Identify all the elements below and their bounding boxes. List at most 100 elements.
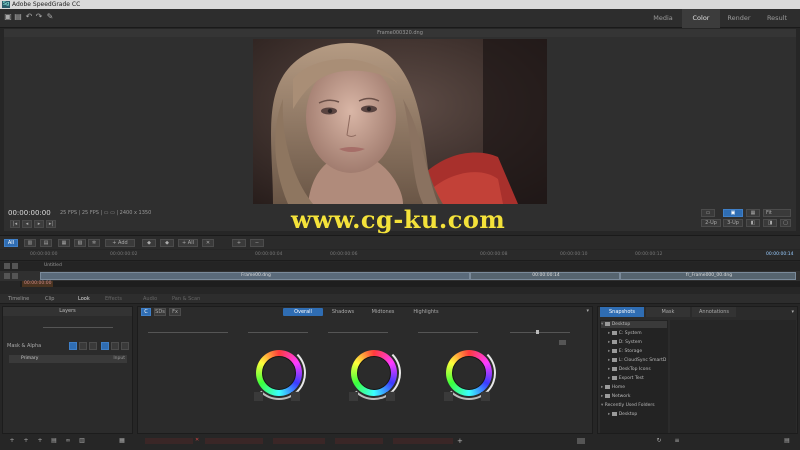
tree-item[interactable]: ▸ D: System	[608, 339, 642, 346]
add-layer-icon[interactable]: +	[8, 437, 16, 445]
tab-timeline[interactable]: Timeline	[8, 294, 29, 304]
tree-item[interactable]: ▾ Recently Used Folders	[601, 402, 655, 409]
open-folder-icon[interactable]: ▣	[4, 13, 12, 21]
tab-audio[interactable]: Audio	[143, 294, 157, 304]
compare-icon[interactable]: ▭	[701, 209, 715, 217]
preset-slot[interactable]	[273, 438, 325, 444]
tree-item[interactable]: ▸ Desktop	[608, 411, 637, 418]
trash-icon[interactable]: ▦	[118, 437, 126, 445]
clip-second[interactable]: 00:00:00:14	[470, 272, 620, 280]
track-solo-icon[interactable]	[12, 273, 18, 279]
gear-icon[interactable]: ✲	[88, 239, 100, 247]
zoom-in-icon[interactable]: +	[232, 239, 246, 247]
delete-marker-icon[interactable]: ✕	[202, 239, 214, 247]
preset-slot[interactable]	[145, 438, 193, 444]
alpha-c-icon[interactable]	[121, 342, 129, 350]
tab-overall[interactable]: Overall	[283, 308, 323, 316]
3-up-button[interactable]: 3-Up	[723, 219, 743, 227]
slider-e-handle[interactable]	[536, 330, 539, 334]
preset-slot[interactable]	[393, 438, 453, 444]
tree-item[interactable]: ▸ Export Test	[608, 375, 644, 382]
panel-menu-icon[interactable]: ▾	[586, 308, 589, 314]
slider-e[interactable]	[510, 332, 570, 333]
fx-icon[interactable]: Fx	[169, 308, 181, 316]
slider-b[interactable]	[248, 332, 308, 333]
tab-annotations[interactable]: Annotations	[692, 307, 736, 317]
tree-item[interactable]: ▸ L: CloudSync SmartD	[608, 357, 666, 364]
tab-color[interactable]: Color	[682, 9, 720, 28]
play-button[interactable]: ▸	[34, 220, 44, 228]
tab-look[interactable]: Look	[78, 294, 90, 304]
filter-icon[interactable]: ▥	[24, 239, 36, 247]
track-mute-icon[interactable]	[4, 273, 10, 279]
refresh-icon[interactable]: ↻	[655, 437, 663, 445]
wheel-center[interactable]	[262, 356, 296, 390]
tree-item[interactable]: ▸ Home	[601, 384, 625, 391]
grade-icon[interactable]: ▦	[58, 239, 70, 247]
wheel-reset-right[interactable]	[481, 392, 490, 401]
color-wheel-highlights[interactable]	[442, 346, 496, 400]
add-grade-icon[interactable]: +	[36, 437, 44, 445]
layer-icon[interactable]: ▧	[74, 239, 86, 247]
wheel-center[interactable]	[357, 356, 391, 390]
mask-c-icon[interactable]	[89, 342, 97, 350]
all-filter-button[interactable]: All	[4, 239, 18, 247]
clip-frame[interactable]: Frame00.dng	[40, 272, 470, 280]
tab-mask[interactable]: Mask	[646, 307, 690, 317]
snapshot-thumbnails-area[interactable]	[670, 320, 796, 433]
tab-shadows[interactable]: Shadows	[323, 308, 363, 316]
tab-result[interactable]: Result	[758, 9, 796, 28]
timeline-scroll[interactable]: 00:00:00:00	[20, 281, 800, 287]
grid-icon[interactable]: ▦	[746, 209, 760, 217]
wheel-reset-right[interactable]	[386, 392, 395, 401]
overlay-icon[interactable]: ▢	[780, 219, 791, 227]
track-lock-icon[interactable]	[4, 263, 10, 269]
mark-out-icon[interactable]: ◆	[160, 239, 174, 247]
mask-b-icon[interactable]	[79, 342, 87, 350]
tab-snapshots[interactable]: Snapshots	[600, 307, 644, 317]
tab-highlights[interactable]: Highlights	[403, 308, 449, 316]
step-forward-button[interactable]: ▸|	[46, 220, 56, 228]
step-back-button[interactable]: ◂	[22, 220, 32, 228]
tab-media[interactable]: Media	[644, 9, 682, 28]
slider-a[interactable]	[148, 332, 228, 333]
preset-slot[interactable]	[335, 438, 383, 444]
single-view-icon[interactable]: ▣	[723, 209, 743, 217]
tab-render[interactable]: Render	[720, 9, 758, 28]
save-icon[interactable]: ▤	[14, 13, 22, 21]
slider-d[interactable]	[418, 332, 478, 333]
delete-icon[interactable]: ▥	[78, 437, 86, 445]
wipe-icon[interactable]: ◨	[763, 219, 777, 227]
zoom-select[interactable]: Fit	[763, 209, 791, 217]
layer-primary-row[interactable]: Primary Input	[9, 355, 127, 363]
2-up-button[interactable]: 2-Up	[701, 219, 721, 227]
preset-slot[interactable]	[205, 438, 263, 444]
settings-wrench-icon[interactable]: ✎	[46, 13, 54, 21]
mask-icon[interactable]	[69, 342, 77, 350]
add-all-button[interactable]: + All	[178, 239, 198, 247]
wheel-reset-left[interactable]	[444, 392, 453, 401]
go-start-button[interactable]: |◂	[10, 220, 20, 228]
tree-item[interactable]: ▸ DeskTop Icons	[608, 366, 651, 373]
tree-item[interactable]: ▸ E: Storage	[608, 348, 642, 355]
track-visibility-icon[interactable]	[12, 263, 18, 269]
mark-in-icon[interactable]: ◆	[142, 239, 156, 247]
footer-menu-icon[interactable]	[577, 438, 585, 444]
timeline-ruler[interactable]: 00:00:00:00 00:00:00:02 00:00:00:04 00:0…	[0, 250, 800, 261]
add-preset-icon[interactable]: +	[457, 437, 463, 445]
alpha-b-icon[interactable]	[111, 342, 119, 350]
redo-icon[interactable]: ↷	[35, 13, 43, 21]
clip-third[interactable]: fr_Frame000_00.dng	[620, 272, 796, 280]
preset-close-icon[interactable]: ✕	[195, 437, 199, 443]
snapshots-menu-icon[interactable]: ▾	[791, 309, 794, 315]
zoom-out-icon[interactable]: −	[250, 239, 264, 247]
video-frame[interactable]	[253, 39, 547, 204]
slider-e-reset[interactable]	[559, 340, 566, 345]
wheel-reset-left[interactable]	[254, 392, 263, 401]
wheel-reset-left[interactable]	[349, 392, 358, 401]
color-wheel-midtones[interactable]	[347, 346, 401, 400]
list-view-icon[interactable]: ≡	[673, 437, 681, 445]
tab-pan-scan[interactable]: Pan & Scan	[172, 294, 200, 304]
wheel-center[interactable]	[452, 356, 486, 390]
tab-effects[interactable]: Effects	[105, 294, 122, 304]
